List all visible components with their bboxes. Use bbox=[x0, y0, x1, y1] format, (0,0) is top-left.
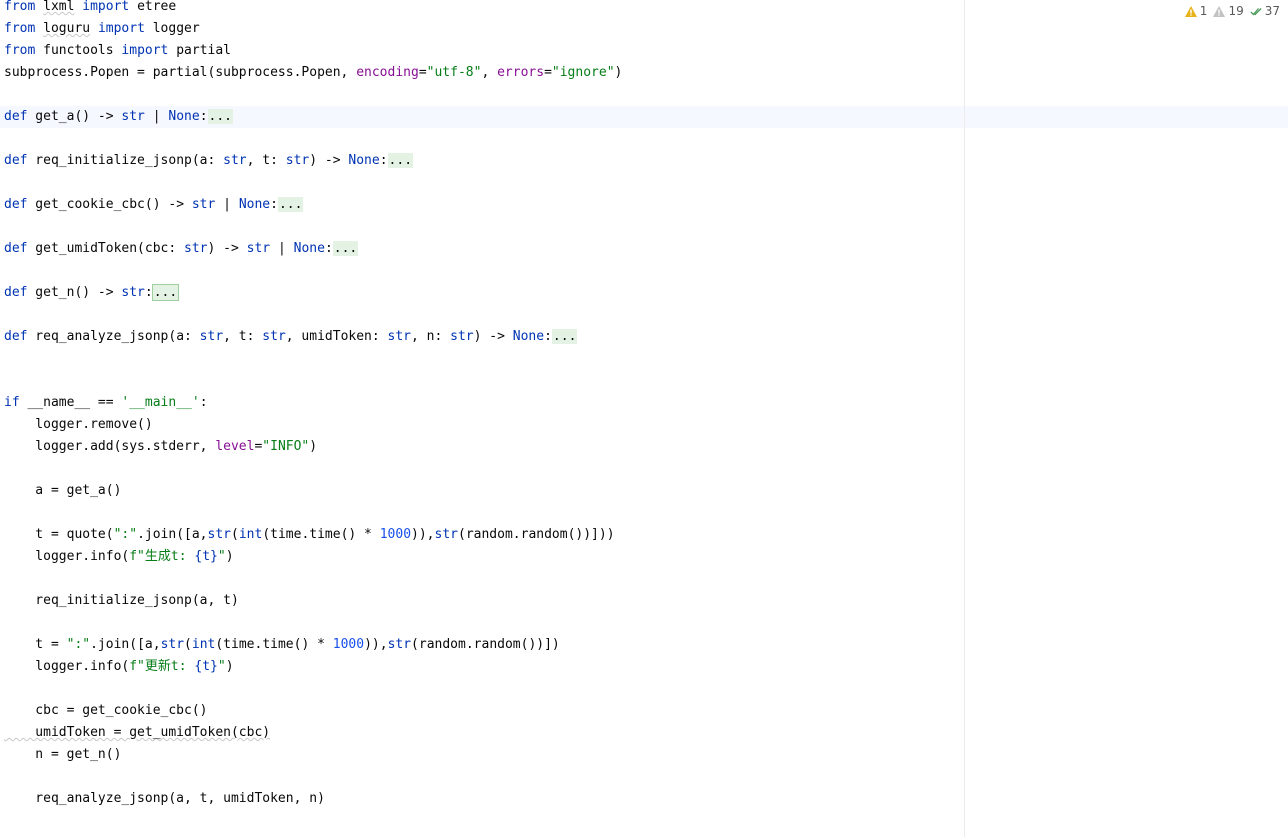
code-editor[interactable]: 1 19 37 from lxml import etree from logu… bbox=[0, 0, 1288, 837]
code-line: def get_cookie_cbc() -> str | None:... bbox=[4, 197, 304, 212]
folded-code-block[interactable]: ... bbox=[551, 329, 578, 344]
code-line: subprocess.Popen = partial(subprocess.Po… bbox=[4, 65, 623, 80]
code-line: cbc = get_cookie_cbc() bbox=[4, 703, 208, 718]
code-line: logger.add(sys.stderr, level="INFO") bbox=[4, 439, 318, 454]
warning-icon bbox=[1184, 5, 1197, 17]
check-count: 37 bbox=[1264, 4, 1280, 18]
weak-warning-icon bbox=[1213, 5, 1226, 17]
code-line: from lxml import etree bbox=[4, 0, 177, 14]
code-line: logger.info(f"更新t: {t}") bbox=[4, 659, 234, 674]
error-count: 1 bbox=[1199, 4, 1208, 18]
inspection-widget[interactable]: 1 19 37 bbox=[1184, 4, 1280, 18]
code-line: req_initialize_jsonp(a, t) bbox=[4, 593, 239, 608]
folded-code-block[interactable]: ... bbox=[207, 109, 233, 124]
folded-code-block[interactable]: ... bbox=[151, 284, 180, 301]
code-line: req_analyze_jsonp(a, t, umidToken, n) bbox=[4, 791, 325, 806]
code-line: logger.remove() bbox=[4, 417, 153, 432]
code-line: def req_analyze_jsonp(a: str, t: str, um… bbox=[4, 329, 578, 344]
code-line: umidToken = get_umidToken(cbc) bbox=[4, 725, 271, 740]
error-indicator[interactable]: 1 bbox=[1184, 4, 1208, 18]
code-line: def get_n() -> str:... bbox=[4, 284, 180, 301]
warning-indicator[interactable]: 19 bbox=[1213, 4, 1244, 18]
code-line: t = ":".join([a,str(int(time.time() * 10… bbox=[4, 637, 560, 652]
code-line: from functools import partial bbox=[4, 43, 232, 58]
code-line: logger.info(f"生成t: {t}") bbox=[4, 549, 234, 564]
code-line: a = get_a() bbox=[4, 483, 122, 498]
folded-code-block[interactable]: ... bbox=[277, 197, 304, 212]
right-margin-guide bbox=[964, 0, 965, 837]
code-line: from loguru import logger bbox=[4, 21, 200, 36]
folded-code-block[interactable]: ... bbox=[332, 241, 359, 256]
code-line: if __name__ == '__main__': bbox=[4, 395, 208, 410]
code-line: def req_initialize_jsonp(a: str, t: str)… bbox=[4, 153, 414, 168]
double-check-icon bbox=[1250, 7, 1262, 15]
warning-count: 19 bbox=[1228, 4, 1244, 18]
code-line: t = quote(":".join([a,str(int(time.time(… bbox=[4, 527, 615, 542]
typo-indicator[interactable]: 37 bbox=[1250, 4, 1280, 18]
code-line: def get_a() -> str | None:... bbox=[4, 109, 233, 124]
code-area[interactable]: from lxml import etree from loguru impor… bbox=[4, 0, 622, 810]
code-line: n = get_n() bbox=[4, 747, 122, 762]
code-line: def get_umidToken(cbc: str) -> str | Non… bbox=[4, 241, 359, 256]
folded-code-block[interactable]: ... bbox=[387, 153, 414, 168]
